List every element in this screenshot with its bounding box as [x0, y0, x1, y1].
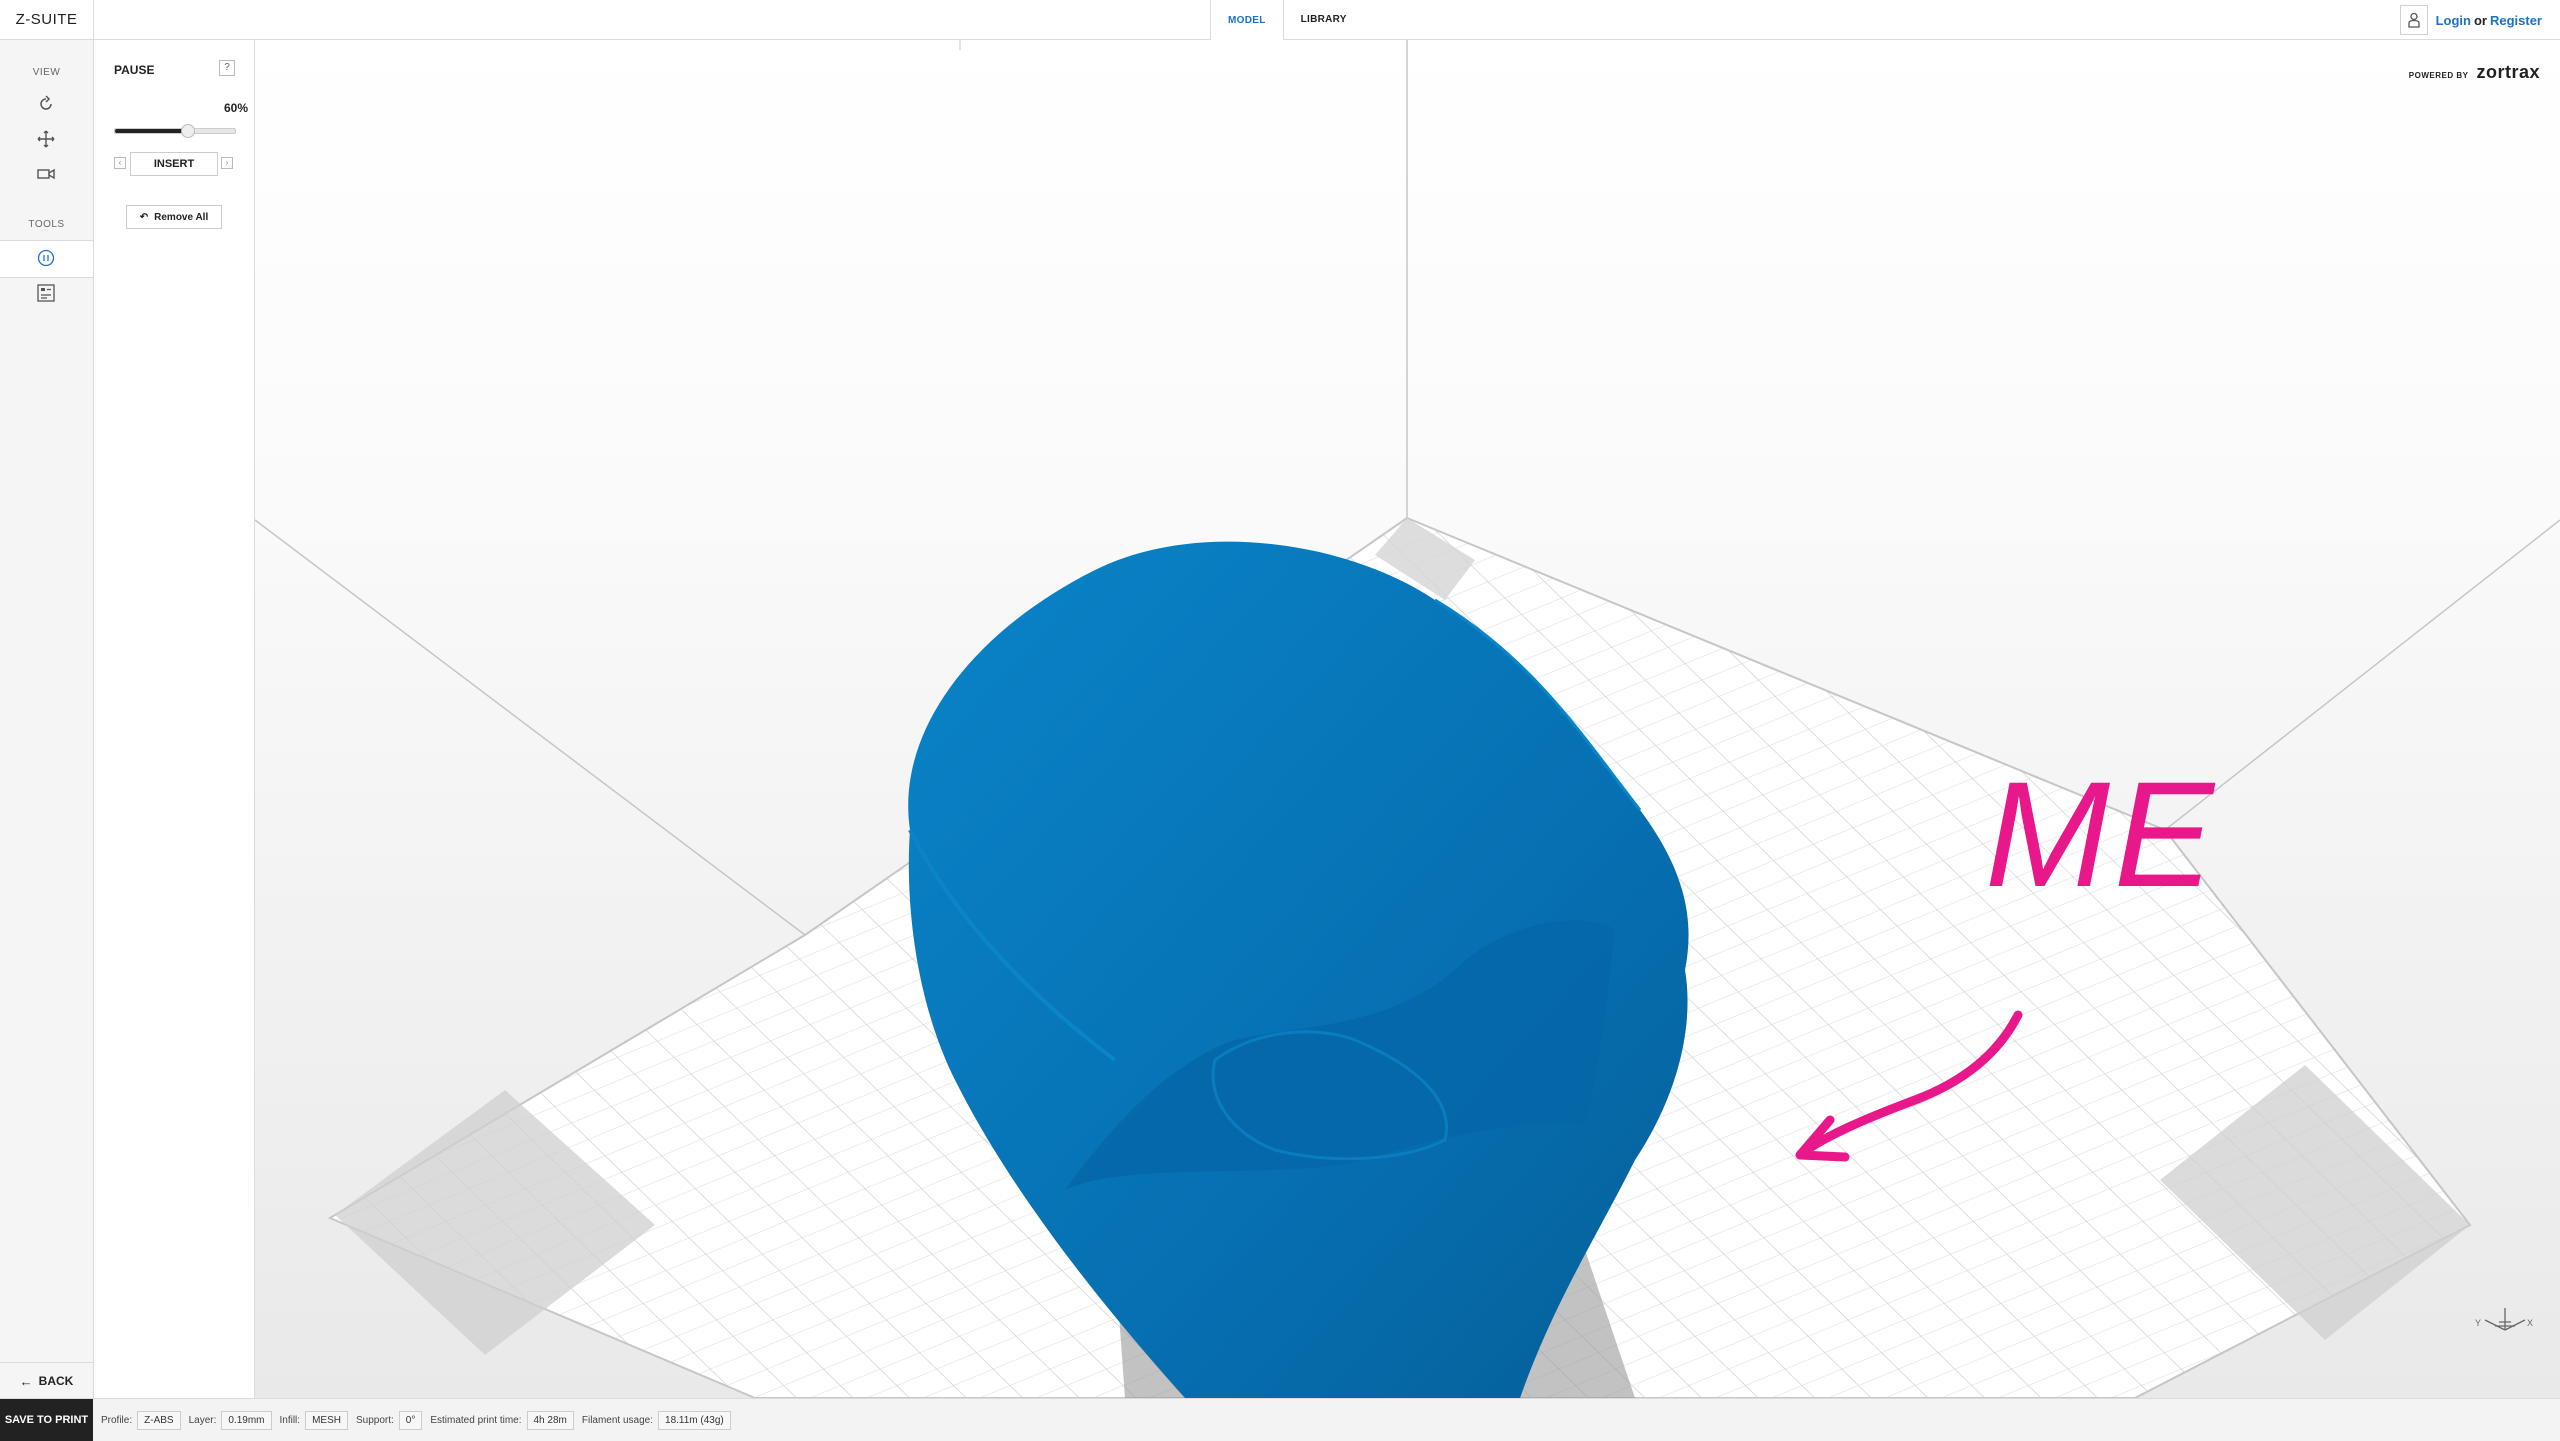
camera-icon[interactable]	[34, 162, 58, 186]
scene-canvas: Y X ME	[255, 40, 2560, 1398]
left-toolbar: VIEW TOOLS ← BACK	[0, 40, 94, 1398]
me-annotation: ME	[1985, 750, 2218, 918]
main-tabs: MODEL LIBRARY	[1210, 0, 1364, 40]
arrow-left-icon: ←	[19, 1373, 33, 1389]
powered-by-zortrax: POWERED BY zortrax	[2408, 62, 2540, 82]
register-link[interactable]: Register	[2490, 13, 2542, 28]
user-icon[interactable]	[2399, 5, 2428, 35]
back-button[interactable]: ← BACK	[0, 1362, 93, 1399]
save-to-print-button[interactable]: SAVE TO PRINT	[0, 1399, 93, 1441]
login-link[interactable]: Login	[2436, 13, 2471, 28]
tools-section-label: TOOLS	[28, 219, 65, 230]
pause-panel: PAUSE ? 60% ‹ INSERT › ↶ Remove All	[94, 40, 255, 1398]
status-bar: SAVE TO PRINT Profile: Z-ABS Layer: 0.19mm…	[0, 1398, 2560, 1441]
slider-handle[interactable]	[181, 124, 195, 138]
user-area: Login or Register	[2399, 5, 2542, 35]
filament-stat: Filament usage: 18.11m (43g)	[582, 1410, 731, 1430]
pause-slider[interactable]	[114, 124, 236, 138]
move-icon[interactable]	[34, 127, 58, 151]
rotate-icon[interactable]	[34, 92, 58, 116]
svg-text:X: X	[2527, 1318, 2533, 1328]
tab-model[interactable]: MODEL	[1210, 0, 1284, 40]
layer-stat: Layer: 0.19mm	[189, 1410, 272, 1430]
insert-prev-icon[interactable]: ‹	[114, 157, 126, 169]
view-section-label: VIEW	[32, 67, 61, 78]
layers-settings-icon[interactable]	[34, 281, 58, 305]
layer-value: 0.19mm	[221, 1410, 272, 1430]
panel-title: PAUSE	[114, 63, 155, 77]
slider-fill	[115, 129, 187, 133]
support-value: 0°	[398, 1410, 423, 1430]
undo-icon: ↶	[139, 211, 149, 223]
app-logo[interactable]: Z-SUITE	[0, 0, 94, 39]
or-text: or	[2473, 12, 2487, 28]
support-stat: Support: 0°	[356, 1410, 423, 1430]
tab-library[interactable]: LIBRARY	[1284, 0, 1364, 39]
profile-value: Z-ABS	[137, 1410, 181, 1430]
help-icon[interactable]: ?	[219, 60, 235, 76]
profile-stat: Profile: Z-ABS	[101, 1410, 181, 1430]
pause-percent: 60%	[223, 101, 248, 115]
remove-all-button[interactable]: ↶ Remove All	[126, 205, 222, 229]
infill-stat: Infill: MESH	[280, 1410, 348, 1430]
infill-value: MESH	[305, 1410, 348, 1430]
print-time-value: 4h 28m	[526, 1410, 574, 1430]
pause-icon[interactable]	[34, 246, 58, 270]
zortrax-logo: zortrax	[2476, 62, 2540, 82]
insert-next-icon[interactable]: ›	[221, 157, 233, 169]
filament-value: 18.11m (43g)	[658, 1410, 731, 1430]
insert-button[interactable]: INSERT	[130, 152, 218, 176]
top-bar: Z-SUITE MODEL LIBRARY Login or Register	[0, 0, 2560, 40]
svg-text:Y: Y	[2475, 1318, 2481, 1328]
print-time-stat: Estimated print time: 4h 28m	[430, 1410, 574, 1430]
3d-viewport[interactable]: Y X ME POWERED BY zortrax	[255, 40, 2560, 1398]
